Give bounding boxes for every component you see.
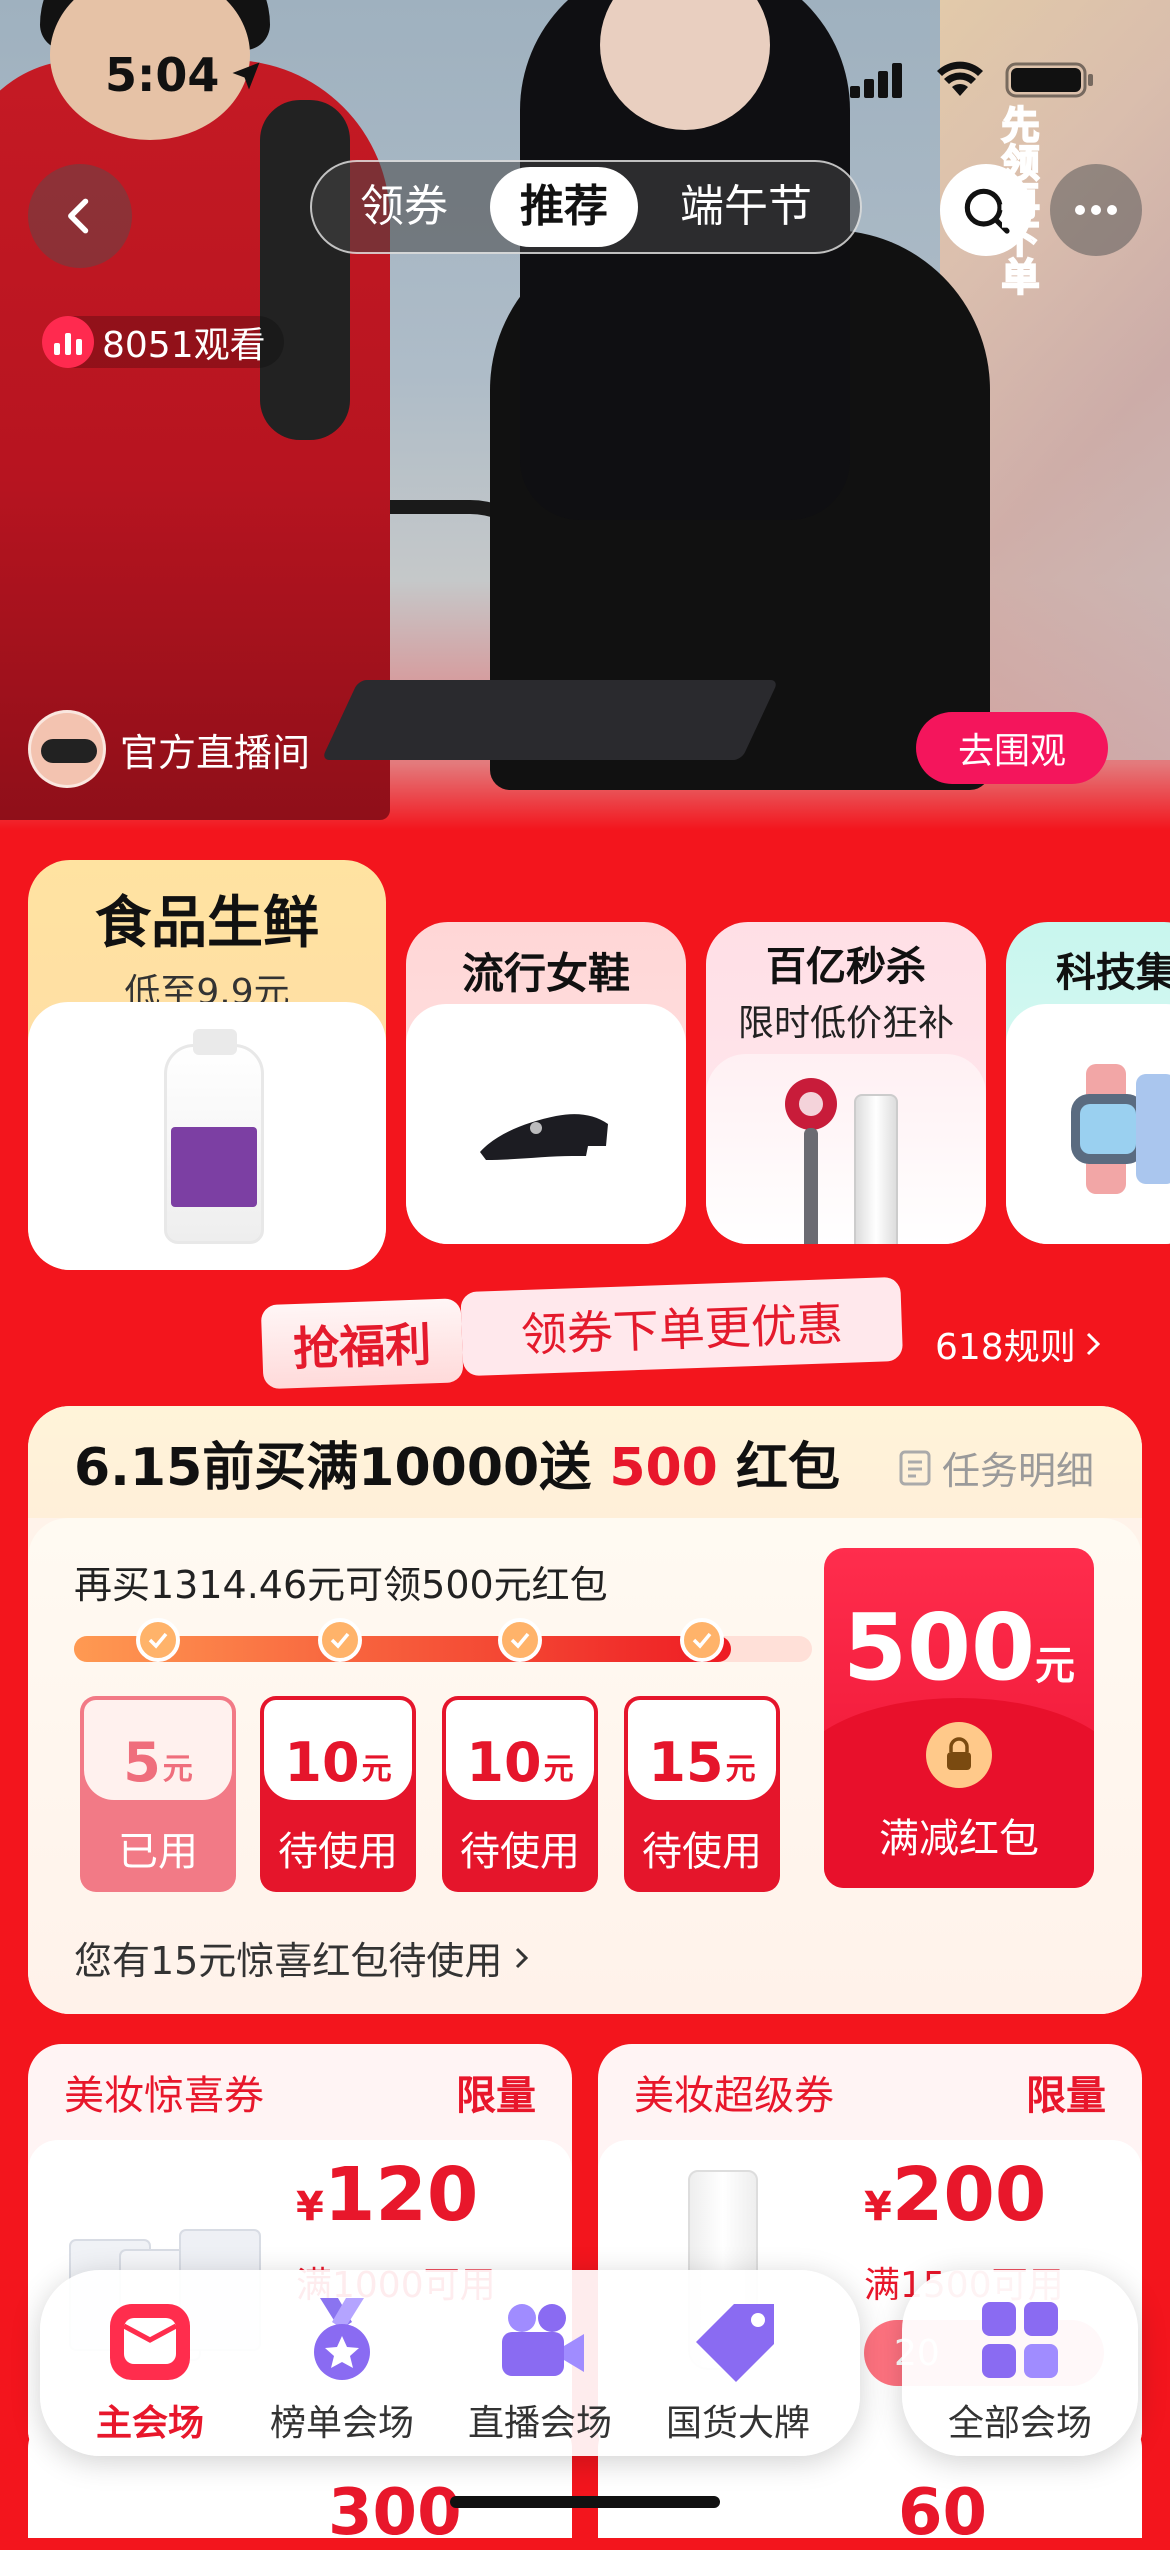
back-button[interactable] <box>28 164 132 268</box>
coupon-price: ¥120 <box>296 2152 479 2238</box>
skincare-bottle-image <box>854 1094 898 1244</box>
all-venues-button[interactable]: 全部会场 <box>902 2270 1138 2456</box>
category-title: 流行女鞋 <box>461 949 630 998</box>
coupon-status: 已用 <box>118 1829 198 1875</box>
grid-icon <box>982 2302 1058 2378</box>
dock-item-label: 国货大牌 <box>665 2403 810 2444</box>
dock-item-label: 榜单会场 <box>269 2403 414 2444</box>
category-image-area <box>706 1054 986 1244</box>
big-packet-amount: 500元 <box>842 1594 1076 1701</box>
stage-coupon[interactable]: 10 元 待使用 <box>442 1696 598 1892</box>
video-camera-icon <box>502 2304 584 2376</box>
check-icon <box>136 1618 180 1662</box>
big-packet-label: 满减红包 <box>879 1816 1039 1862</box>
task-title: 6.15前买满10000送 500 红包 <box>74 1437 840 1498</box>
category-card-tech[interactable]: 科技集 <box>1006 922 1170 1244</box>
coupon-status: 待使用 <box>460 1829 580 1875</box>
top-tabs: 领券 推荐 端午节 <box>310 160 862 254</box>
video-tablet <box>321 680 779 760</box>
host-info[interactable]: 官方直播间 <box>28 710 310 788</box>
limited-badge: 限量 <box>1026 2073 1106 2119</box>
dock-item-ranking[interactable]: 榜单会场 <box>252 2270 432 2456</box>
tab-coupons[interactable]: 领券 <box>330 167 478 247</box>
benefit-banner[interactable]: 抢福利 领券下单更优惠 <box>260 1276 904 1395</box>
benefit-tag: 抢福利 <box>260 1298 464 1390</box>
chevron-left-icon <box>68 198 89 234</box>
tab-dragon-boat[interactable]: 端午节 <box>650 167 842 247</box>
host-avatar <box>28 710 106 788</box>
kids-watch-image <box>1071 1064 1170 1194</box>
big-red-packet[interactable]: 500元 满减红包 <box>824 1548 1094 1888</box>
progress-text: 再买1314.46元可领500元红包 <box>74 1563 608 1607</box>
dock-item-live[interactable]: 直播会场 <box>450 2270 630 2456</box>
next-coupon-price: 60 <box>898 2476 988 2550</box>
tab-recommend[interactable]: 推荐 <box>490 167 638 247</box>
check-icon <box>680 1618 724 1662</box>
coupon-price: ¥200 <box>864 2152 1047 2238</box>
coupon-status: 待使用 <box>642 1829 762 1875</box>
stage-coupon[interactable]: 15 元 待使用 <box>624 1696 780 1892</box>
category-card-flash-sale[interactable]: 百亿秒杀 限时低价狂补 <box>706 922 986 1244</box>
category-card-womens-shoes[interactable]: 流行女鞋 <box>406 922 686 1244</box>
red-packet-task-card: 6.15前买满10000送 500 红包 任务明细 再买1314.46元可领50… <box>28 1406 1142 2014</box>
status-time: 5:04 <box>105 48 220 102</box>
limited-badge: 限量 <box>456 2073 536 2119</box>
category-title: 食品生鲜 <box>95 891 319 956</box>
rules-link-label: 618规则 <box>935 1327 1076 1368</box>
coupon-status: 待使用 <box>278 1829 398 1875</box>
home-indicator <box>450 2496 720 2508</box>
coupon-name: 美妆惊喜券 <box>64 2073 264 2119</box>
price-tag-icon <box>696 2304 774 2382</box>
cellular-signal-icon <box>850 63 902 98</box>
category-card-fresh-food[interactable]: 食品生鲜 低至9.9元 <box>28 860 386 1270</box>
dock-item-main-venue[interactable]: 主会场 <box>60 2270 240 2456</box>
main-venue-icon <box>110 2304 190 2380</box>
dock-item-label: 全部会场 <box>947 2403 1092 2444</box>
category-image-area <box>1006 1004 1170 1244</box>
category-title: 百亿秒杀 <box>766 944 926 990</box>
more-button[interactable] <box>1050 164 1142 256</box>
hair-dryer-image <box>785 1078 837 1244</box>
chevron-right-icon <box>516 1947 529 1968</box>
host-name: 官方直播间 <box>120 730 311 775</box>
milk-bottle-image <box>164 1029 264 1244</box>
rules-link[interactable]: 618规则 <box>935 1318 1104 1370</box>
wifi-icon <box>937 61 983 96</box>
stage-coupon[interactable]: 10 元 待使用 <box>260 1696 416 1892</box>
shoe-image <box>480 1114 608 1160</box>
viewer-count: 8051观看 <box>42 316 284 368</box>
document-icon <box>899 1450 931 1485</box>
check-icon <box>318 1618 362 1662</box>
bar-chart-icon <box>42 316 94 368</box>
go-watch-button[interactable]: 去围观 <box>916 712 1108 784</box>
more-dots-icon <box>1075 205 1117 215</box>
next-coupon-price: 300 <box>328 2476 462 2550</box>
benefit-text: 领券下单更优惠 <box>460 1276 904 1377</box>
check-icon <box>498 1618 542 1662</box>
surprise-packet-link[interactable]: 您有15元惊喜红包待使用 <box>74 1930 532 1985</box>
surprise-packet-text: 您有15元惊喜红包待使用 <box>74 1939 503 1983</box>
chevron-right-icon <box>1086 1332 1100 1356</box>
task-detail-link[interactable]: 任务明细 <box>898 1440 1094 1495</box>
category-image-area <box>28 1002 386 1270</box>
category-title: 科技集 <box>1056 950 1170 996</box>
side-promo-banner: 先领再下单 <box>994 104 1040 296</box>
category-image-area <box>406 1004 686 1244</box>
location-arrow-icon <box>232 62 260 90</box>
dock-item-all[interactable]: 全部会场 <box>930 2270 1110 2456</box>
task-detail-label: 任务明细 <box>941 1449 1094 1493</box>
medal-icon <box>314 2298 370 2380</box>
venue-dock: 主会场 榜单会场 直播会场 国货大牌 <box>40 2270 860 2456</box>
lock-icon <box>926 1722 992 1788</box>
stage-coupon[interactable]: 5元 已用 <box>80 1696 236 1892</box>
category-subtitle: 限时低价狂补 <box>737 1003 954 1044</box>
dock-item-domestic-brands[interactable]: 国货大牌 <box>648 2270 828 2456</box>
coupon-name: 美妆超级券 <box>634 2073 834 2119</box>
viewer-count-text: 8051观看 <box>102 325 266 366</box>
dock-item-label: 直播会场 <box>467 2403 612 2444</box>
dock-item-label: 主会场 <box>95 2403 204 2444</box>
